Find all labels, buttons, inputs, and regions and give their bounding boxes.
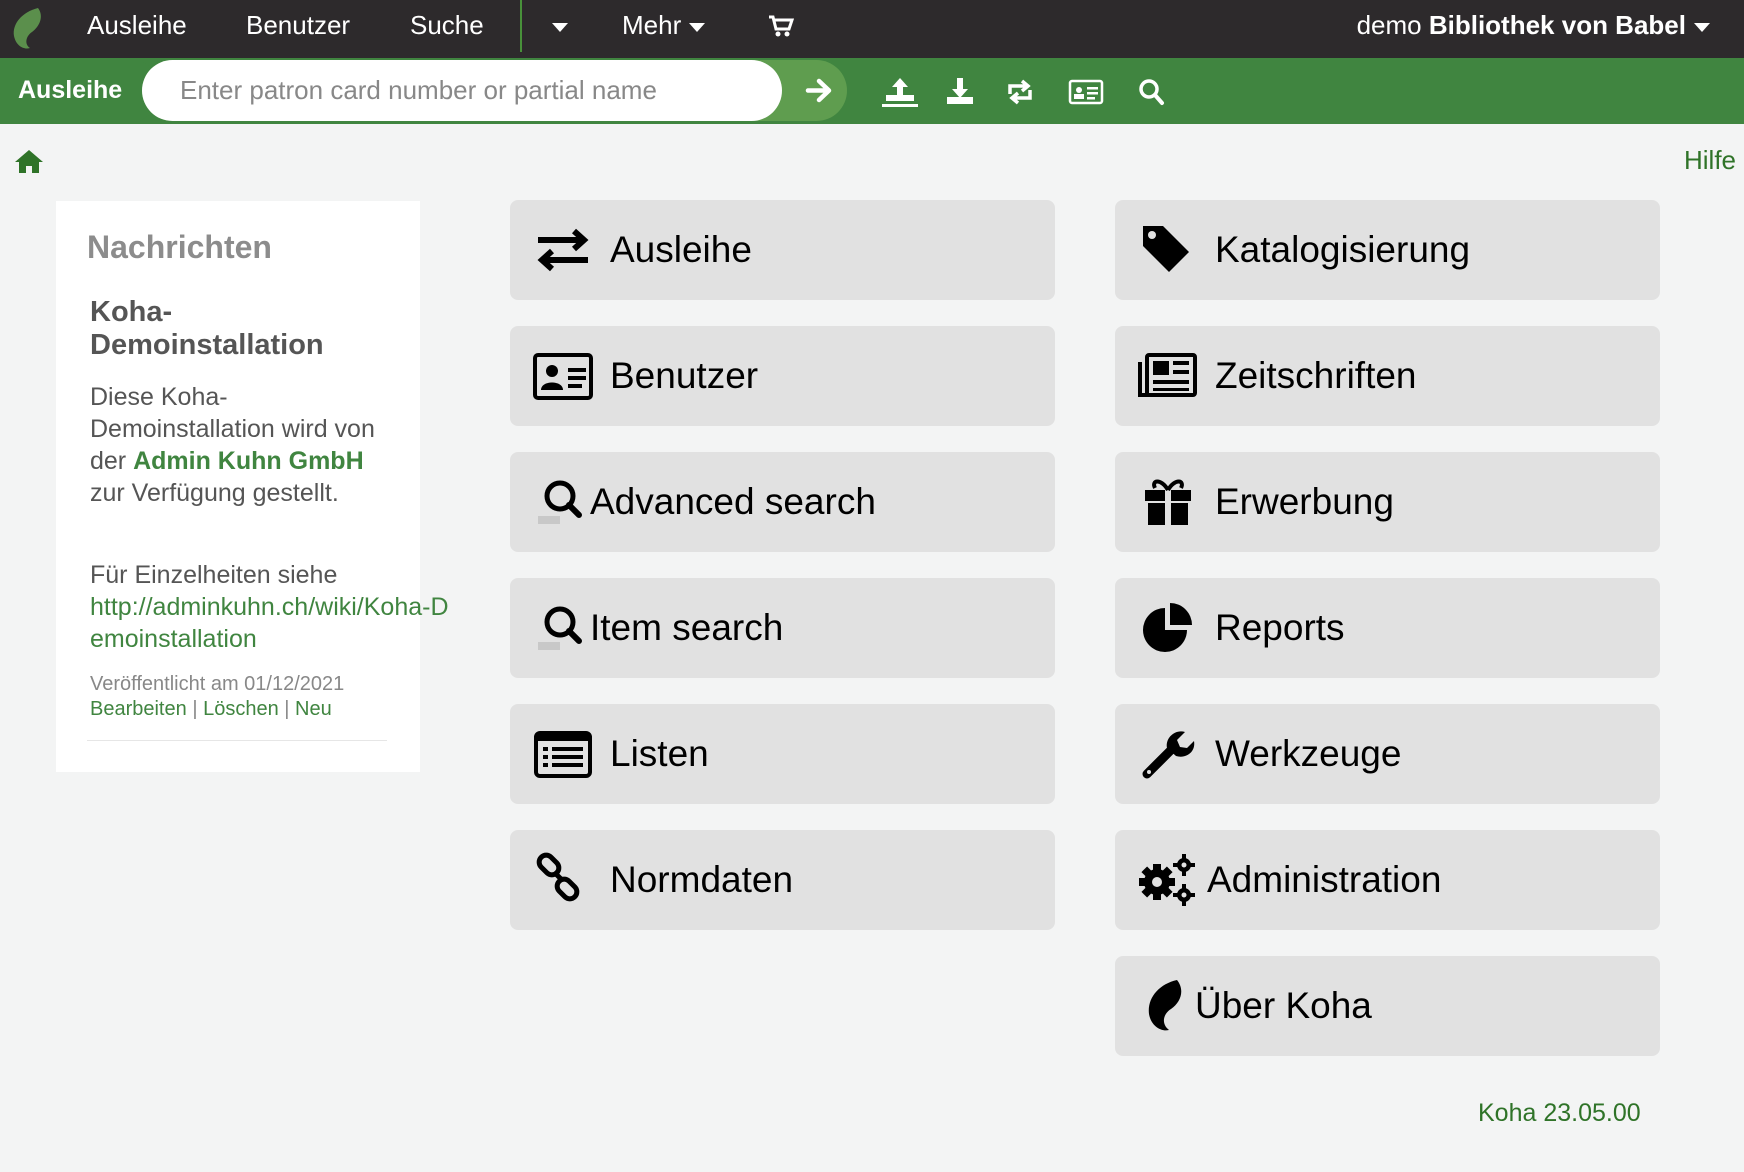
module-label: Normdaten: [610, 859, 794, 900]
koha-logo-icon[interactable]: [8, 6, 48, 52]
patron-search-form: [142, 60, 847, 121]
module-administration[interactable]: Administration: [1115, 830, 1660, 930]
tag-icon: [1143, 226, 1189, 272]
module-label: Werkzeuge: [1215, 733, 1402, 774]
nav-mehr[interactable]: Mehr: [622, 0, 706, 52]
patron-card-icon[interactable]: [1068, 76, 1104, 108]
renew-icon[interactable]: [1002, 76, 1038, 108]
link-icon: [536, 852, 580, 902]
module-benutzer[interactable]: Benutzer: [510, 326, 1055, 426]
search-icon: [538, 606, 582, 650]
module-label: Administration: [1207, 859, 1442, 900]
arrow-right-icon: [805, 78, 832, 103]
submit-button[interactable]: [792, 60, 847, 121]
module-label: Zeitschriften: [1215, 355, 1417, 396]
search-dropdown-toggle[interactable]: [544, 0, 568, 52]
search-icon[interactable]: [1134, 76, 1170, 108]
news-item-details: Für Einzelheiten siehe http://adminkuhn.…: [90, 559, 450, 655]
module-label: Über Koha: [1195, 985, 1372, 1026]
module-ueber-koha[interactable]: Über Koha: [1115, 956, 1660, 1056]
module-reports[interactable]: Reports: [1115, 578, 1660, 678]
news-new-link[interactable]: Neu: [295, 698, 332, 720]
nav-ausleihe[interactable]: Ausleihe: [87, 0, 187, 52]
chevron-down-icon: [552, 22, 568, 32]
patron-search-input[interactable]: [142, 60, 782, 121]
gift-icon: [1145, 479, 1191, 525]
nav-suche[interactable]: Suche: [410, 0, 484, 52]
module-erwerbung[interactable]: Erwerbung: [1115, 452, 1660, 552]
news-published-date: Veröffentlicht am 01/12/2021: [90, 673, 345, 695]
cart-button[interactable]: [768, 0, 795, 52]
module-ausleihe[interactable]: Ausleihe: [510, 200, 1055, 300]
wrench-icon: [1142, 731, 1195, 779]
chevron-down-icon: [1694, 22, 1710, 32]
library-user-menu[interactable]: demo Bibliothek von Babel: [1357, 0, 1710, 52]
module-label: Item search: [590, 607, 784, 648]
checkin-download-icon[interactable]: [942, 76, 978, 108]
module-listen[interactable]: Listen: [510, 704, 1055, 804]
list-icon: [534, 731, 592, 778]
news-details-text: Für Einzelheiten siehe: [90, 561, 338, 589]
header-search-bar: Ausleihe: [0, 58, 1744, 124]
top-navbar: Ausleihe Benutzer Suche Mehr demo Biblio…: [0, 0, 1744, 58]
module-label: Ausleihe: [610, 229, 752, 270]
koha-logo-icon: [1148, 980, 1182, 1031]
module-werkzeuge[interactable]: Werkzeuge: [1115, 704, 1660, 804]
newspaper-icon: [1138, 353, 1197, 397]
news-body-sponsor: Admin Kuhn GmbH: [133, 447, 364, 475]
cart-icon: [769, 15, 795, 37]
module-label: Listen: [610, 733, 709, 774]
module-katalogisierung[interactable]: Katalogisierung: [1115, 200, 1660, 300]
module-item-search[interactable]: Item search: [510, 578, 1055, 678]
chevron-down-icon: [689, 22, 706, 32]
koha-version: Koha 23.05.00: [1478, 1099, 1641, 1127]
module-label: Reports: [1215, 607, 1345, 648]
module-label: Katalogisierung: [1215, 229, 1471, 270]
news-item-body: Diese Koha-Demoinstallation wird von der…: [90, 381, 380, 509]
separator: |: [284, 698, 296, 720]
divider: [87, 740, 387, 741]
search-icon: [538, 480, 582, 524]
news-heading: Nachrichten: [87, 229, 272, 265]
news-actions: Bearbeiten | Löschen | Neu: [90, 698, 332, 721]
news-details-link[interactable]: http://adminkuhn.ch/wiki/Koha-Demoinstal…: [90, 593, 449, 653]
news-edit-link[interactable]: Bearbeiten: [90, 698, 187, 720]
nav-mehr-label: Mehr: [622, 10, 682, 40]
module-tab-ausleihe[interactable]: Ausleihe: [0, 58, 160, 123]
module-label: Erwerbung: [1215, 481, 1394, 522]
home-icon[interactable]: [14, 148, 44, 174]
library-name: Bibliothek von Babel: [1428, 10, 1686, 40]
nav-divider: [520, 0, 522, 52]
news-delete-link[interactable]: Löschen: [203, 698, 279, 720]
module-normdaten[interactable]: Normdaten: [510, 830, 1055, 930]
exchange-icon: [537, 228, 589, 272]
module-zeitschriften[interactable]: Zeitschriften: [1115, 326, 1660, 426]
nav-benutzer[interactable]: Benutzer: [246, 0, 350, 52]
module-advanced-search[interactable]: Advanced search: [510, 452, 1055, 552]
news-body-suffix: zur Verfügung gestellt.: [90, 479, 339, 507]
id-card-icon: [533, 353, 593, 400]
pie-chart-icon: [1143, 603, 1192, 652]
gears-icon: [1139, 854, 1195, 906]
logged-in-user: demo: [1356, 10, 1422, 40]
module-label: Advanced search: [590, 481, 876, 522]
checkout-upload-icon[interactable]: [882, 76, 918, 108]
help-link[interactable]: Hilfe: [1684, 145, 1736, 176]
news-item-title: Koha-Demoinstallation: [90, 296, 324, 361]
module-label: Benutzer: [610, 355, 759, 396]
separator: |: [192, 698, 204, 720]
news-panel: Nachrichten Koha-Demoinstallation Diese …: [56, 201, 449, 772]
